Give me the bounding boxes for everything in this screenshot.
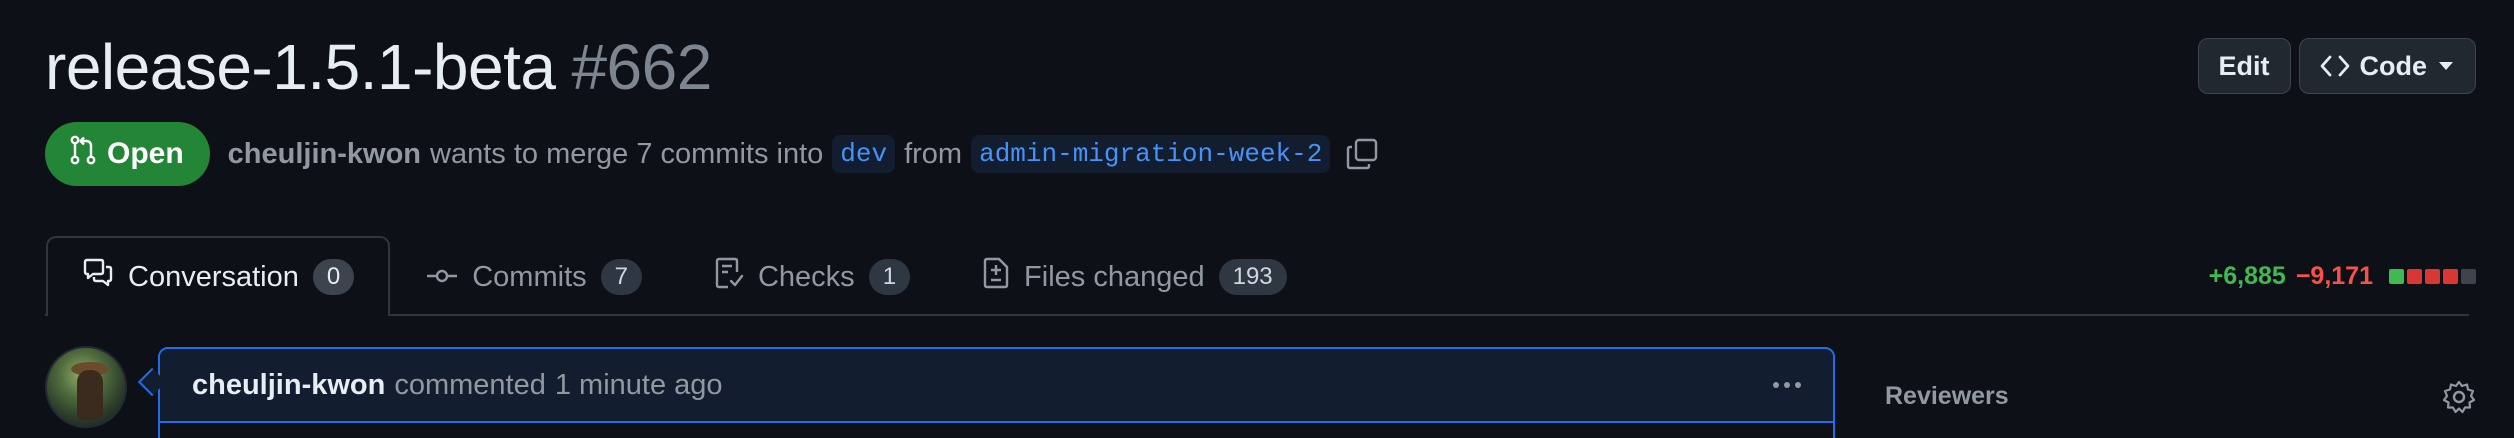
diffstat-block-red: [2443, 269, 2458, 284]
tab-count: 1: [868, 259, 911, 295]
avatar-figure: [77, 370, 103, 420]
comment-timestamp[interactable]: 1 minute ago: [555, 369, 723, 402]
pr-meta-row: Open cheuljin-kwon wants to merge 7 comm…: [45, 122, 1379, 186]
code-button-label: Code: [2359, 50, 2428, 81]
pr-title: release-1.5.1-beta: [45, 31, 556, 103]
state-badge: Open: [45, 122, 210, 186]
file-diff-icon: [982, 256, 1010, 298]
pr-title-row: release-1.5.1-beta #662: [45, 30, 712, 104]
kebab-horizontal-icon[interactable]: [1773, 382, 1801, 388]
code-icon: [2320, 53, 2350, 79]
tab-commits[interactable]: Commits 7: [390, 236, 678, 316]
tab-label: Files changed: [1024, 260, 1205, 293]
merge-text: wants to merge 7 commits into: [430, 137, 824, 170]
pr-author-link[interactable]: cheuljin-kwon: [228, 138, 421, 171]
tab-label: Checks: [757, 260, 855, 293]
git-pull-request-icon: [69, 135, 97, 173]
additions-count: +6,885: [2208, 262, 2286, 290]
git-commit-icon: [426, 261, 458, 294]
code-button[interactable]: Code: [2298, 38, 2476, 94]
base-branch[interactable]: dev: [832, 135, 896, 173]
state-label: Open: [107, 137, 184, 170]
copy-icon[interactable]: [1345, 137, 1379, 171]
edit-button[interactable]: Edit: [2197, 38, 2291, 94]
tab-label: Commits: [472, 260, 587, 293]
avatar[interactable]: [45, 346, 127, 428]
tab-count: 193: [1218, 259, 1287, 295]
header-actions: Edit Code: [2197, 38, 2476, 94]
tab-files-changed[interactable]: Files changed 193: [946, 236, 1323, 316]
tab-label: Conversation: [128, 260, 299, 293]
tab-conversation[interactable]: Conversation 0: [46, 236, 391, 316]
comment-discussion-icon: [82, 258, 114, 296]
gear-icon[interactable]: [2442, 380, 2476, 419]
diffstat-block-red: [2407, 269, 2422, 284]
head-branch[interactable]: admin-migration-week-2: [971, 135, 1331, 173]
tab-count: 0: [312, 259, 355, 295]
pr-tabs: Conversation 0 Commits 7 Checks 1 Files …: [46, 236, 1323, 316]
reviewers-heading: Reviewers: [1885, 382, 2009, 410]
edit-button-label: Edit: [2218, 50, 2270, 81]
diffstat: +6,885 −9,171: [2209, 262, 2476, 291]
comment-box: cheuljin-kwon commented 1 minute ago: [158, 347, 1835, 438]
tab-checks[interactable]: Checks 1: [678, 236, 946, 316]
from-text: from: [904, 137, 963, 170]
diffstat-block-green: [2389, 269, 2404, 284]
comment-author-link[interactable]: cheuljin-kwon: [192, 369, 385, 402]
merge-description: cheuljin-kwon wants to merge 7 commits i…: [228, 135, 1380, 173]
diffstat-blocks: [2389, 269, 2476, 284]
triangle-down-icon: [2437, 60, 2455, 72]
tab-count: 7: [600, 259, 642, 295]
comment-header: cheuljin-kwon commented 1 minute ago: [160, 349, 1833, 423]
diffstat-block-red: [2425, 269, 2440, 284]
checklist-icon: [714, 256, 744, 298]
pr-number: #662: [571, 31, 712, 103]
deletions-count: −9,171: [2295, 262, 2373, 290]
diffstat-block-gray: [2461, 269, 2476, 284]
comment-action: commented: [394, 368, 546, 401]
